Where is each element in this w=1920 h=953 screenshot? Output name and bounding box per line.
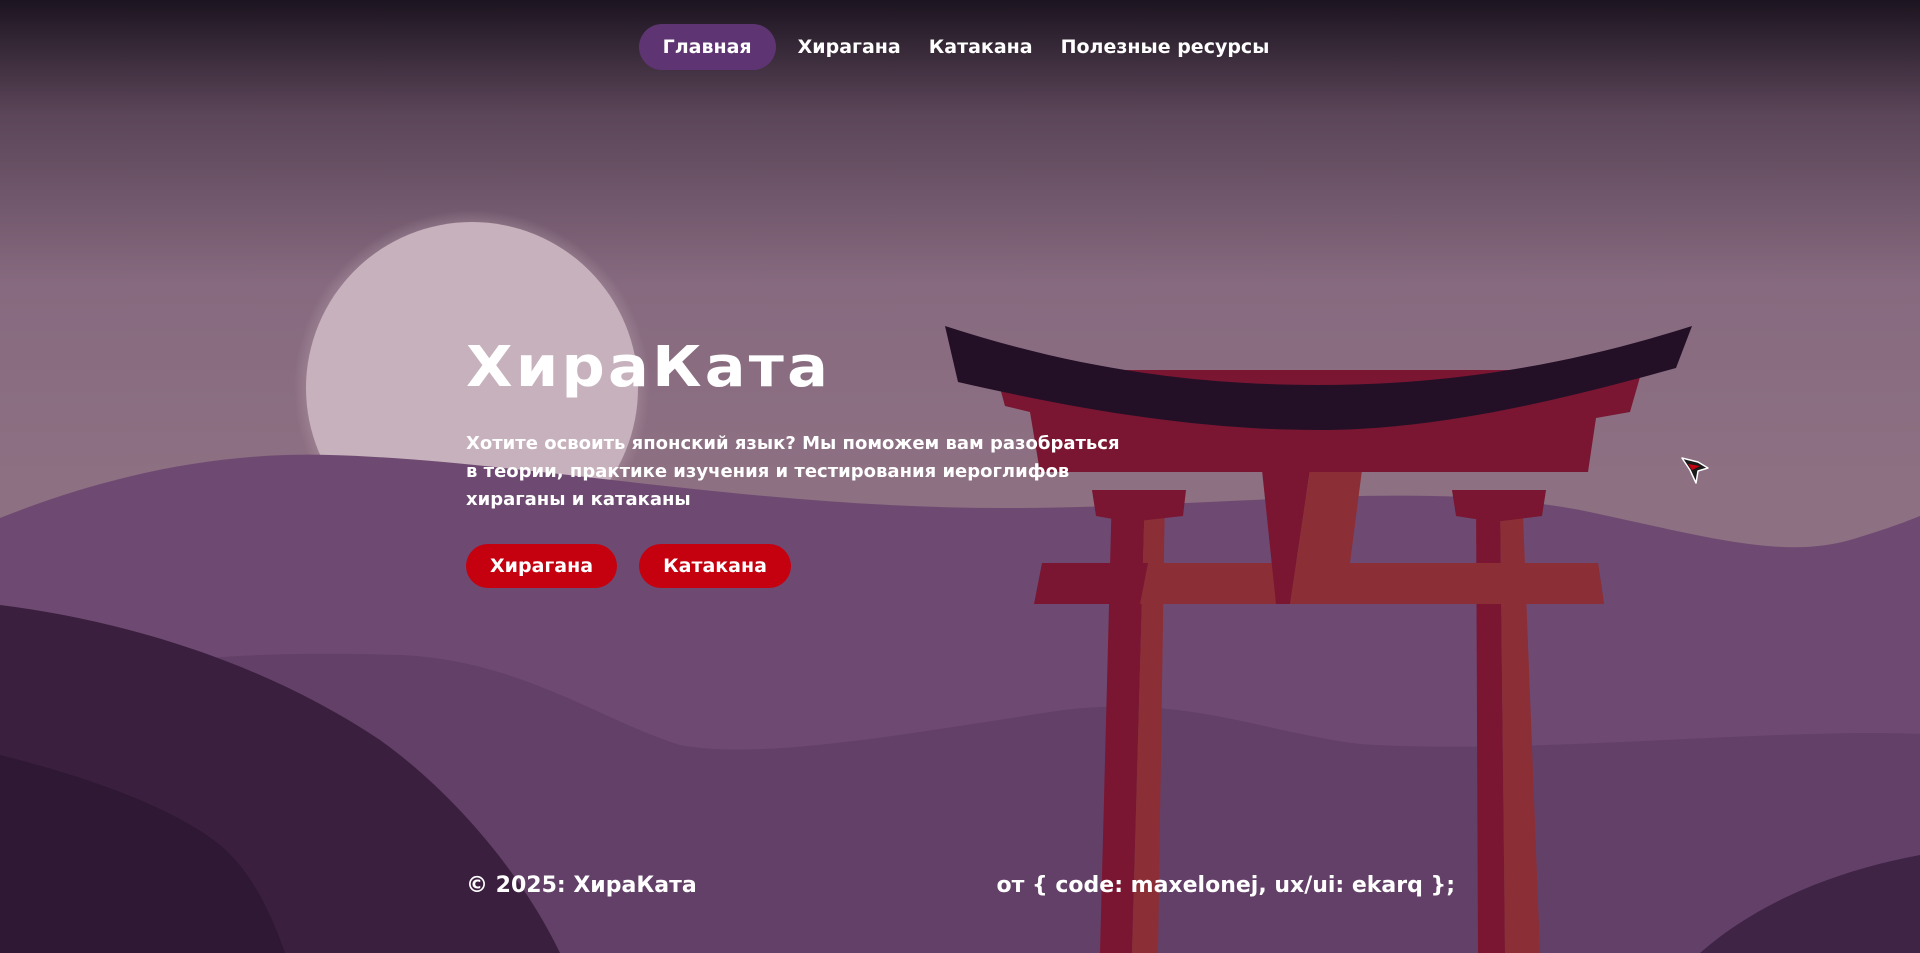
katakana-button[interactable]: Катакана <box>639 544 791 588</box>
hero-description: Хотите освоить японский язык? Мы поможем… <box>466 433 1120 510</box>
nav-resources[interactable]: Полезные ресурсы <box>1049 24 1282 70</box>
hero-section: ХираКата Хотите освоить японский язык? М… <box>466 340 1146 588</box>
nav-hiragana[interactable]: Хирагана <box>786 24 913 70</box>
nav-katakana[interactable]: Катакана <box>917 24 1045 70</box>
hero-buttons: Хирагана Катакана <box>466 544 1146 588</box>
ninja-star-cursor-icon <box>1681 457 1709 484</box>
main-nav: Главная Хирагана Катакана Полезные ресур… <box>0 24 1920 70</box>
hiragana-button[interactable]: Хирагана <box>466 544 618 588</box>
nav-home[interactable]: Главная <box>638 24 776 70</box>
footer-credits: от { code: maxelonej, ux/ui: ekarq }; <box>996 873 1455 898</box>
footer-copyright: © 2025: ХираКата <box>466 873 697 898</box>
hero-title: ХираКата <box>466 335 832 400</box>
